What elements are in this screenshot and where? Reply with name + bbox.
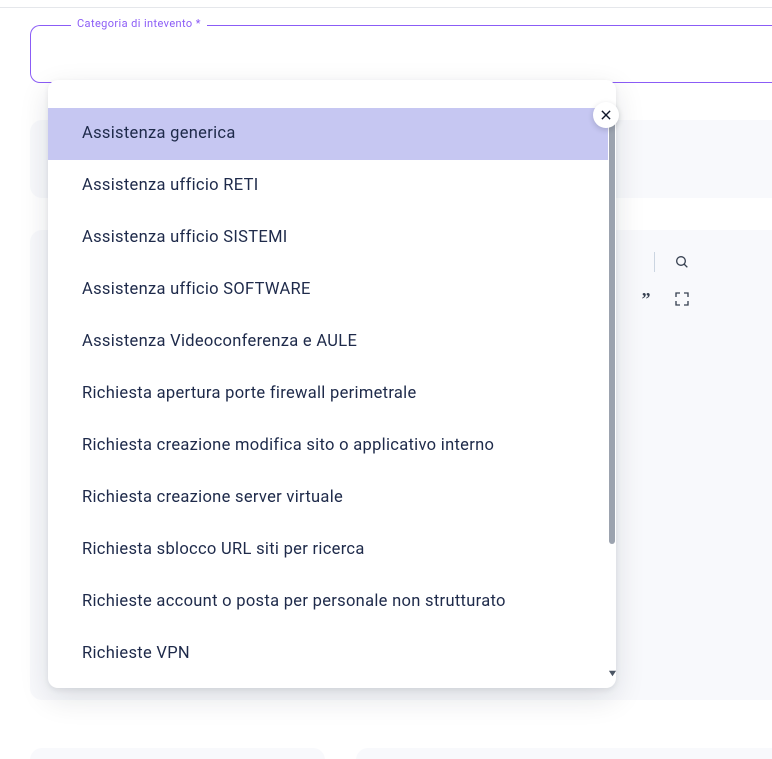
category-dropdown: Assistenza genericaAssistenza ufficio RE… (48, 80, 616, 688)
background-card-bottom-right (356, 748, 772, 759)
dropdown-option[interactable]: Assistenza ufficio SISTEMI (48, 212, 608, 264)
scroll-arrow-down-icon[interactable] (607, 668, 617, 678)
dropdown-option[interactable]: Assistenza ufficio RETI (48, 160, 608, 212)
background-card-bottom-left (30, 748, 325, 759)
dropdown-scrollbar[interactable] (608, 108, 616, 674)
dropdown-option[interactable]: Richiesta creazione server virtuale (48, 472, 608, 524)
dropdown-list: Assistenza genericaAssistenza ufficio RE… (48, 108, 608, 674)
dropdown-option[interactable]: Richiesta sblocco URL siti per ricerca (48, 524, 608, 576)
category-field-label: Categoria di intevento * (71, 17, 207, 30)
close-icon (599, 108, 613, 122)
dropdown-close-button[interactable] (593, 102, 619, 128)
search-icon[interactable] (673, 253, 691, 271)
dropdown-option[interactable]: Assistenza Videoconferenza e AULE (48, 316, 608, 368)
dropdown-option[interactable]: Richiesta apertura porte firewall perime… (48, 368, 608, 420)
dropdown-option[interactable]: Richiesta creazione modifica sito o appl… (48, 420, 608, 472)
dropdown-option[interactable]: Assistenza ufficio SOFTWARE (48, 264, 608, 316)
dropdown-option[interactable]: Richieste account o posta per personale … (48, 576, 608, 628)
expand-icon[interactable] (673, 290, 691, 308)
dropdown-option[interactable]: Richieste VPN (48, 628, 608, 674)
editor-toolbar-row-1 (654, 252, 691, 272)
editor-toolbar-row-2: ” (637, 290, 691, 308)
scrollbar-thumb[interactable] (609, 114, 615, 544)
quote-icon[interactable]: ” (637, 290, 655, 308)
dropdown-option[interactable]: Assistenza generica (48, 108, 608, 160)
category-select-field[interactable]: Categoria di intevento * (30, 25, 772, 83)
top-divider (0, 7, 772, 8)
dropdown-list-viewport: Assistenza genericaAssistenza ufficio RE… (48, 108, 608, 674)
toolbar-divider (654, 252, 655, 272)
